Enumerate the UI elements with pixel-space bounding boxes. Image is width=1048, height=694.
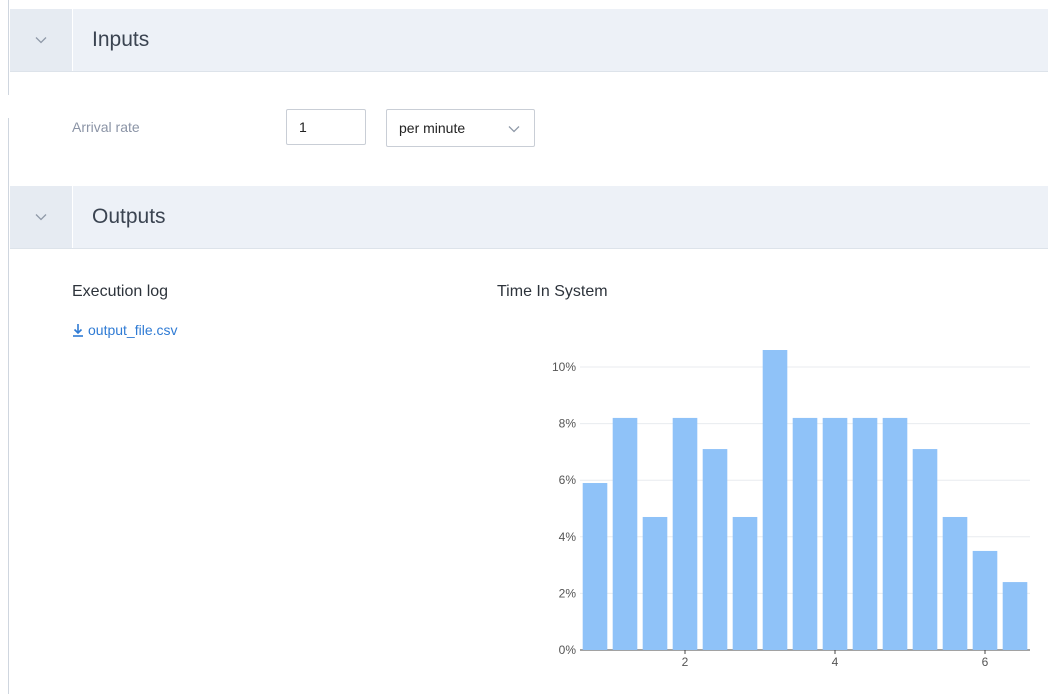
y-tick-label: 6%: [559, 473, 577, 487]
execution-log-title: Execution log: [72, 283, 169, 300]
y-tick-label: 0%: [559, 643, 577, 657]
chevron-down-icon: [35, 214, 47, 221]
chart-bar: [1002, 582, 1028, 650]
chart-svg: 0% 2% 4% 6% 8% 10% 2 4 6: [552, 350, 1030, 669]
chart-bar: [762, 350, 788, 650]
chart-bar: [852, 417, 878, 650]
chart-bar: [642, 516, 668, 650]
outputs-section-title: Outputs: [92, 205, 166, 228]
outputs-collapse-toggle[interactable]: [10, 186, 73, 248]
x-tick-label: 2: [682, 655, 689, 669]
time-in-system-title: Time In System: [497, 283, 608, 300]
time-in-system-chart: 0% 2% 4% 6% 8% 10% 2 4 6: [520, 350, 1040, 670]
arrival-rate-input[interactable]: [286, 109, 366, 145]
inputs-section-title: Inputs: [92, 28, 150, 51]
y-tick-label: 8%: [559, 417, 577, 431]
arrival-rate-unit-select[interactable]: per minute: [386, 109, 535, 147]
inputs-collapse-toggle[interactable]: [10, 9, 73, 71]
chart-bar: [672, 417, 698, 650]
x-tick-label: 4: [832, 655, 839, 669]
chart-bar: [942, 516, 968, 650]
chart-bar: [732, 516, 758, 650]
download-file-name: output_file.csv: [88, 322, 178, 338]
y-tick-label: 4%: [559, 530, 577, 544]
chart-bar: [882, 417, 908, 650]
outputs-section-header[interactable]: Outputs: [10, 186, 1048, 249]
chart-bar: [792, 417, 818, 650]
page: Inputs Arrival rate per minute Outputs E…: [0, 0, 1048, 694]
arrival-rate-label: Arrival rate: [72, 119, 140, 135]
inputs-section-header[interactable]: Inputs: [10, 9, 1048, 72]
unit-select-value: per minute: [399, 120, 466, 136]
chart-bar: [912, 449, 938, 650]
chart-bar: [582, 483, 608, 650]
y-tick-label: 10%: [552, 360, 576, 374]
y-tick-label: 2%: [559, 586, 577, 600]
x-tick-label: 6: [982, 655, 989, 669]
chart-bar: [612, 417, 638, 650]
left-rule-bottom: [8, 118, 9, 694]
chart-bar: [822, 417, 848, 650]
chevron-down-icon: [508, 126, 520, 133]
chart-bar: [972, 550, 998, 650]
left-rule-top: [8, 0, 9, 95]
download-output-link[interactable]: output_file.csv: [72, 322, 178, 338]
chevron-down-icon: [35, 37, 47, 44]
download-icon: [73, 324, 83, 337]
chart-bar: [702, 449, 728, 650]
